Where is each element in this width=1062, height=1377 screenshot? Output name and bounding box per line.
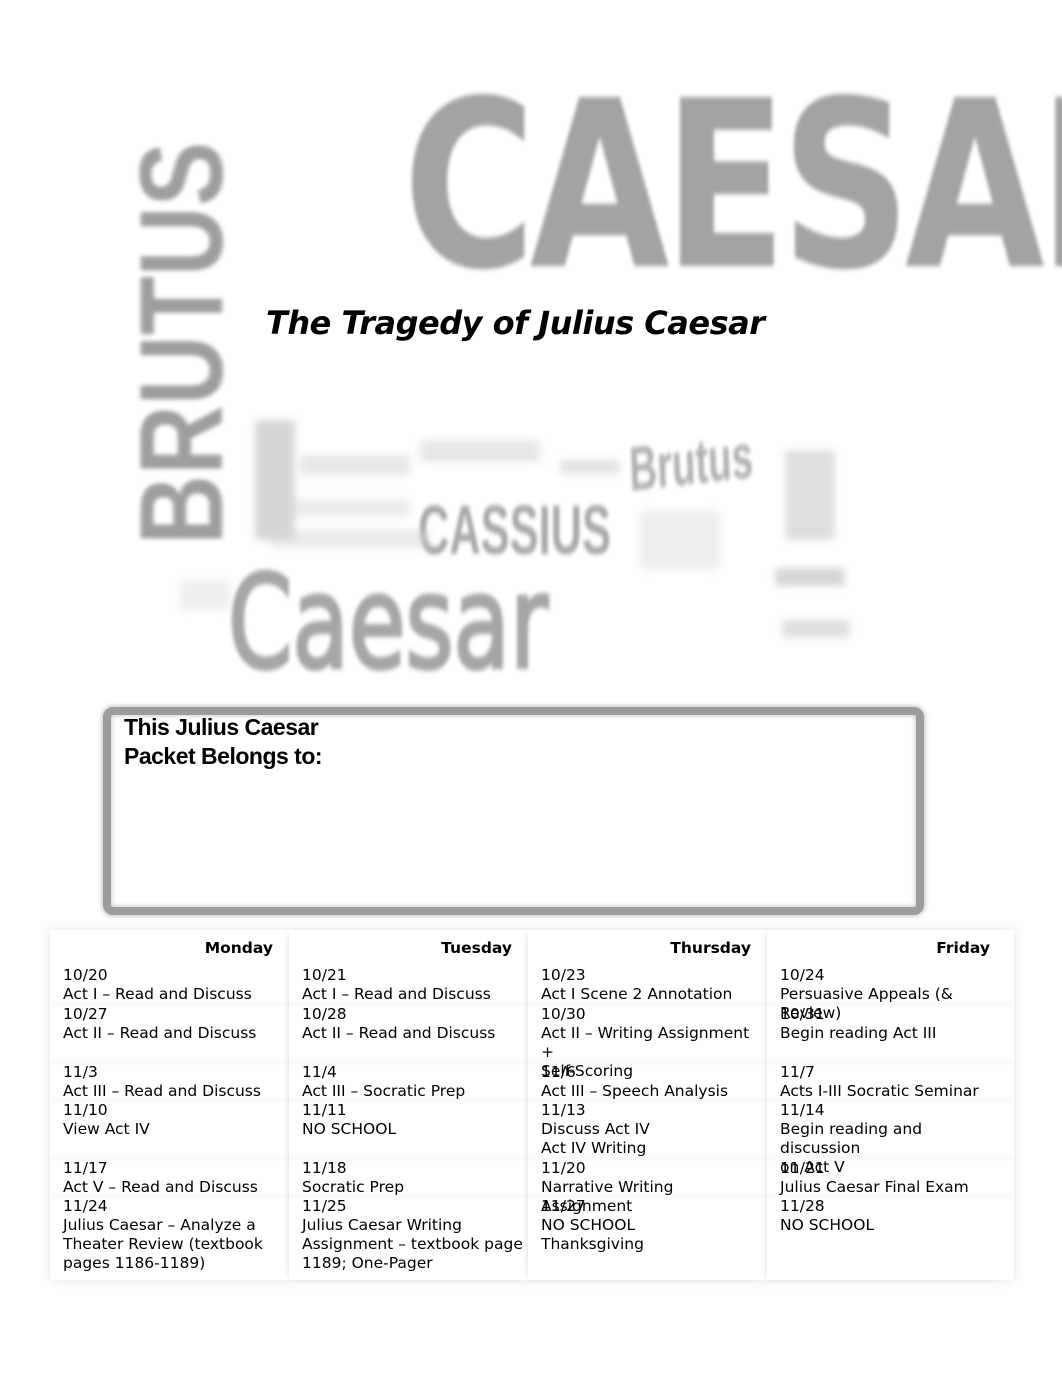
cloud-word-caesar-lower: Caesar xyxy=(227,549,550,698)
cloud-faint-word xyxy=(420,440,540,462)
cloud-word-brutus-small: Brutus xyxy=(627,422,755,505)
cloud-word-brutus-vertical: BRUTUS xyxy=(116,141,248,545)
schedule-cell-activity: Act I Scene 2 Annotation xyxy=(541,985,733,1003)
schedule-cell-activity: View Act IV xyxy=(63,1120,150,1138)
schedule-cell-date: 10/31 xyxy=(780,1005,825,1023)
schedule-cell-date: 10/28 xyxy=(302,1005,347,1023)
schedule-cell-activity: Act V – Read and Discuss xyxy=(63,1178,258,1196)
schedule-cell-date: 11/27 xyxy=(541,1197,586,1215)
column-header: Thursday xyxy=(670,939,751,957)
cloud-word-brutus-vertical-wrap: BRUTUS xyxy=(116,141,248,570)
schedule-cell-date: 11/25 xyxy=(302,1197,347,1215)
schedule-cell-activity: Act I – Read and Discuss xyxy=(63,985,252,1003)
schedule-cell-date: 11/17 xyxy=(63,1159,108,1177)
schedule-cell-date: 11/28 xyxy=(780,1197,825,1215)
schedule-column-friday: Friday 10/24 Persuasive Appeals (& Review)… xyxy=(767,930,1006,1280)
schedule-table: Monday 10/20 Act I – Read and Discuss 10/27… xyxy=(50,930,1014,1280)
column-header: Friday xyxy=(936,939,990,957)
schedule-cell-date: 11/6 xyxy=(541,1063,576,1081)
schedule-cell-date: 10/27 xyxy=(63,1005,108,1023)
schedule-cell-activity: Socratic Prep xyxy=(302,1178,405,1196)
schedule-cell-activity: Act III – Speech Analysis xyxy=(541,1082,729,1100)
schedule-column-thursday: Thursday 10/23 Act I Scene 2 Annotation 10/… xyxy=(528,930,767,1280)
cloud-faint-word xyxy=(300,455,410,475)
schedule-cell-activity: Act III – Socratic Prep xyxy=(302,1082,466,1100)
schedule-cell-activity: NO SCHOOL xyxy=(780,1216,875,1234)
cloud-faint-word xyxy=(560,460,620,474)
schedule-cell-date: 11/21 xyxy=(780,1159,825,1177)
cloud-faint-word xyxy=(180,580,230,610)
schedule-cell-activity: Julius Caesar – Analyze a Theater Review… xyxy=(63,1216,263,1272)
schedule-cell-date: 11/11 xyxy=(302,1101,347,1119)
schedule-cell-date: 11/18 xyxy=(302,1159,347,1177)
cloud-faint-word xyxy=(270,530,430,548)
cloud-faint-word xyxy=(775,568,845,586)
schedule-cell-date: 11/13 xyxy=(541,1101,586,1119)
schedule-cell-activity: NO SCHOOL xyxy=(302,1120,397,1138)
cloud-word-caesar-large: CAESAR xyxy=(403,51,1062,321)
schedule-cell-activity: Act II – Read and Discuss xyxy=(302,1024,496,1042)
cloud-faint-word xyxy=(782,620,850,638)
schedule-cell-activity: Act III – Read and Discuss xyxy=(63,1082,261,1100)
schedule-cell-activity: Julius Caesar Final Exam xyxy=(780,1178,969,1196)
schedule-cell-activity: Acts I-III Socratic Seminar xyxy=(780,1082,979,1100)
column-header: Tuesday xyxy=(441,939,512,957)
schedule-cell-date: 10/20 xyxy=(63,966,108,984)
schedule-cell-date: 11/4 xyxy=(302,1063,337,1081)
schedule-cell-date: 11/14 xyxy=(780,1101,825,1119)
schedule-cell-activity: Act II – Read and Discuss xyxy=(63,1024,257,1042)
document-title: The Tragedy of Julius Caesar xyxy=(266,304,765,342)
schedule-cell-date: 11/7 xyxy=(780,1063,815,1081)
cloud-faint-word xyxy=(255,420,295,540)
schedule-cell-activity: NO SCHOOL Thanksgiving xyxy=(541,1216,644,1253)
cloud-faint-word xyxy=(640,510,720,570)
column-header: Monday xyxy=(204,939,273,957)
schedule-cell-date: 11/20 xyxy=(541,1159,586,1177)
schedule-cell-activity: Begin reading Act III xyxy=(780,1024,937,1042)
schedule-cell-date: 11/24 xyxy=(63,1197,108,1215)
schedule-cell-activity: Discuss Act IV Act IV Writing xyxy=(541,1120,650,1157)
schedule-cell-activity: Julius Caesar Writing Assignment – textb… xyxy=(302,1216,523,1272)
schedule-column-tuesday: Tuesday 10/21 Act I – Read and Discuss 10/2… xyxy=(289,930,528,1280)
schedule-column-monday: Monday 10/20 Act I – Read and Discuss 10/27… xyxy=(50,930,289,1280)
schedule-cell-date: 10/30 xyxy=(541,1005,586,1023)
schedule-cell-date: 10/21 xyxy=(302,966,347,984)
schedule-cell-activity: Act I – Read and Discuss xyxy=(302,985,491,1003)
schedule-cell-date: 10/24 xyxy=(780,966,825,984)
schedule-cell-date: 10/23 xyxy=(541,966,586,984)
name-box-label: This Julius Caesar Packet Belongs to: xyxy=(124,713,323,771)
cloud-faint-word xyxy=(785,450,835,540)
cloud-faint-word xyxy=(290,500,410,516)
schedule-cell-date: 11/10 xyxy=(63,1101,108,1119)
name-box-label-line1: This Julius Caesar xyxy=(124,714,319,740)
schedule-cell-date: 11/3 xyxy=(63,1063,98,1081)
name-box-label-line2: Packet Belongs to: xyxy=(124,743,323,769)
